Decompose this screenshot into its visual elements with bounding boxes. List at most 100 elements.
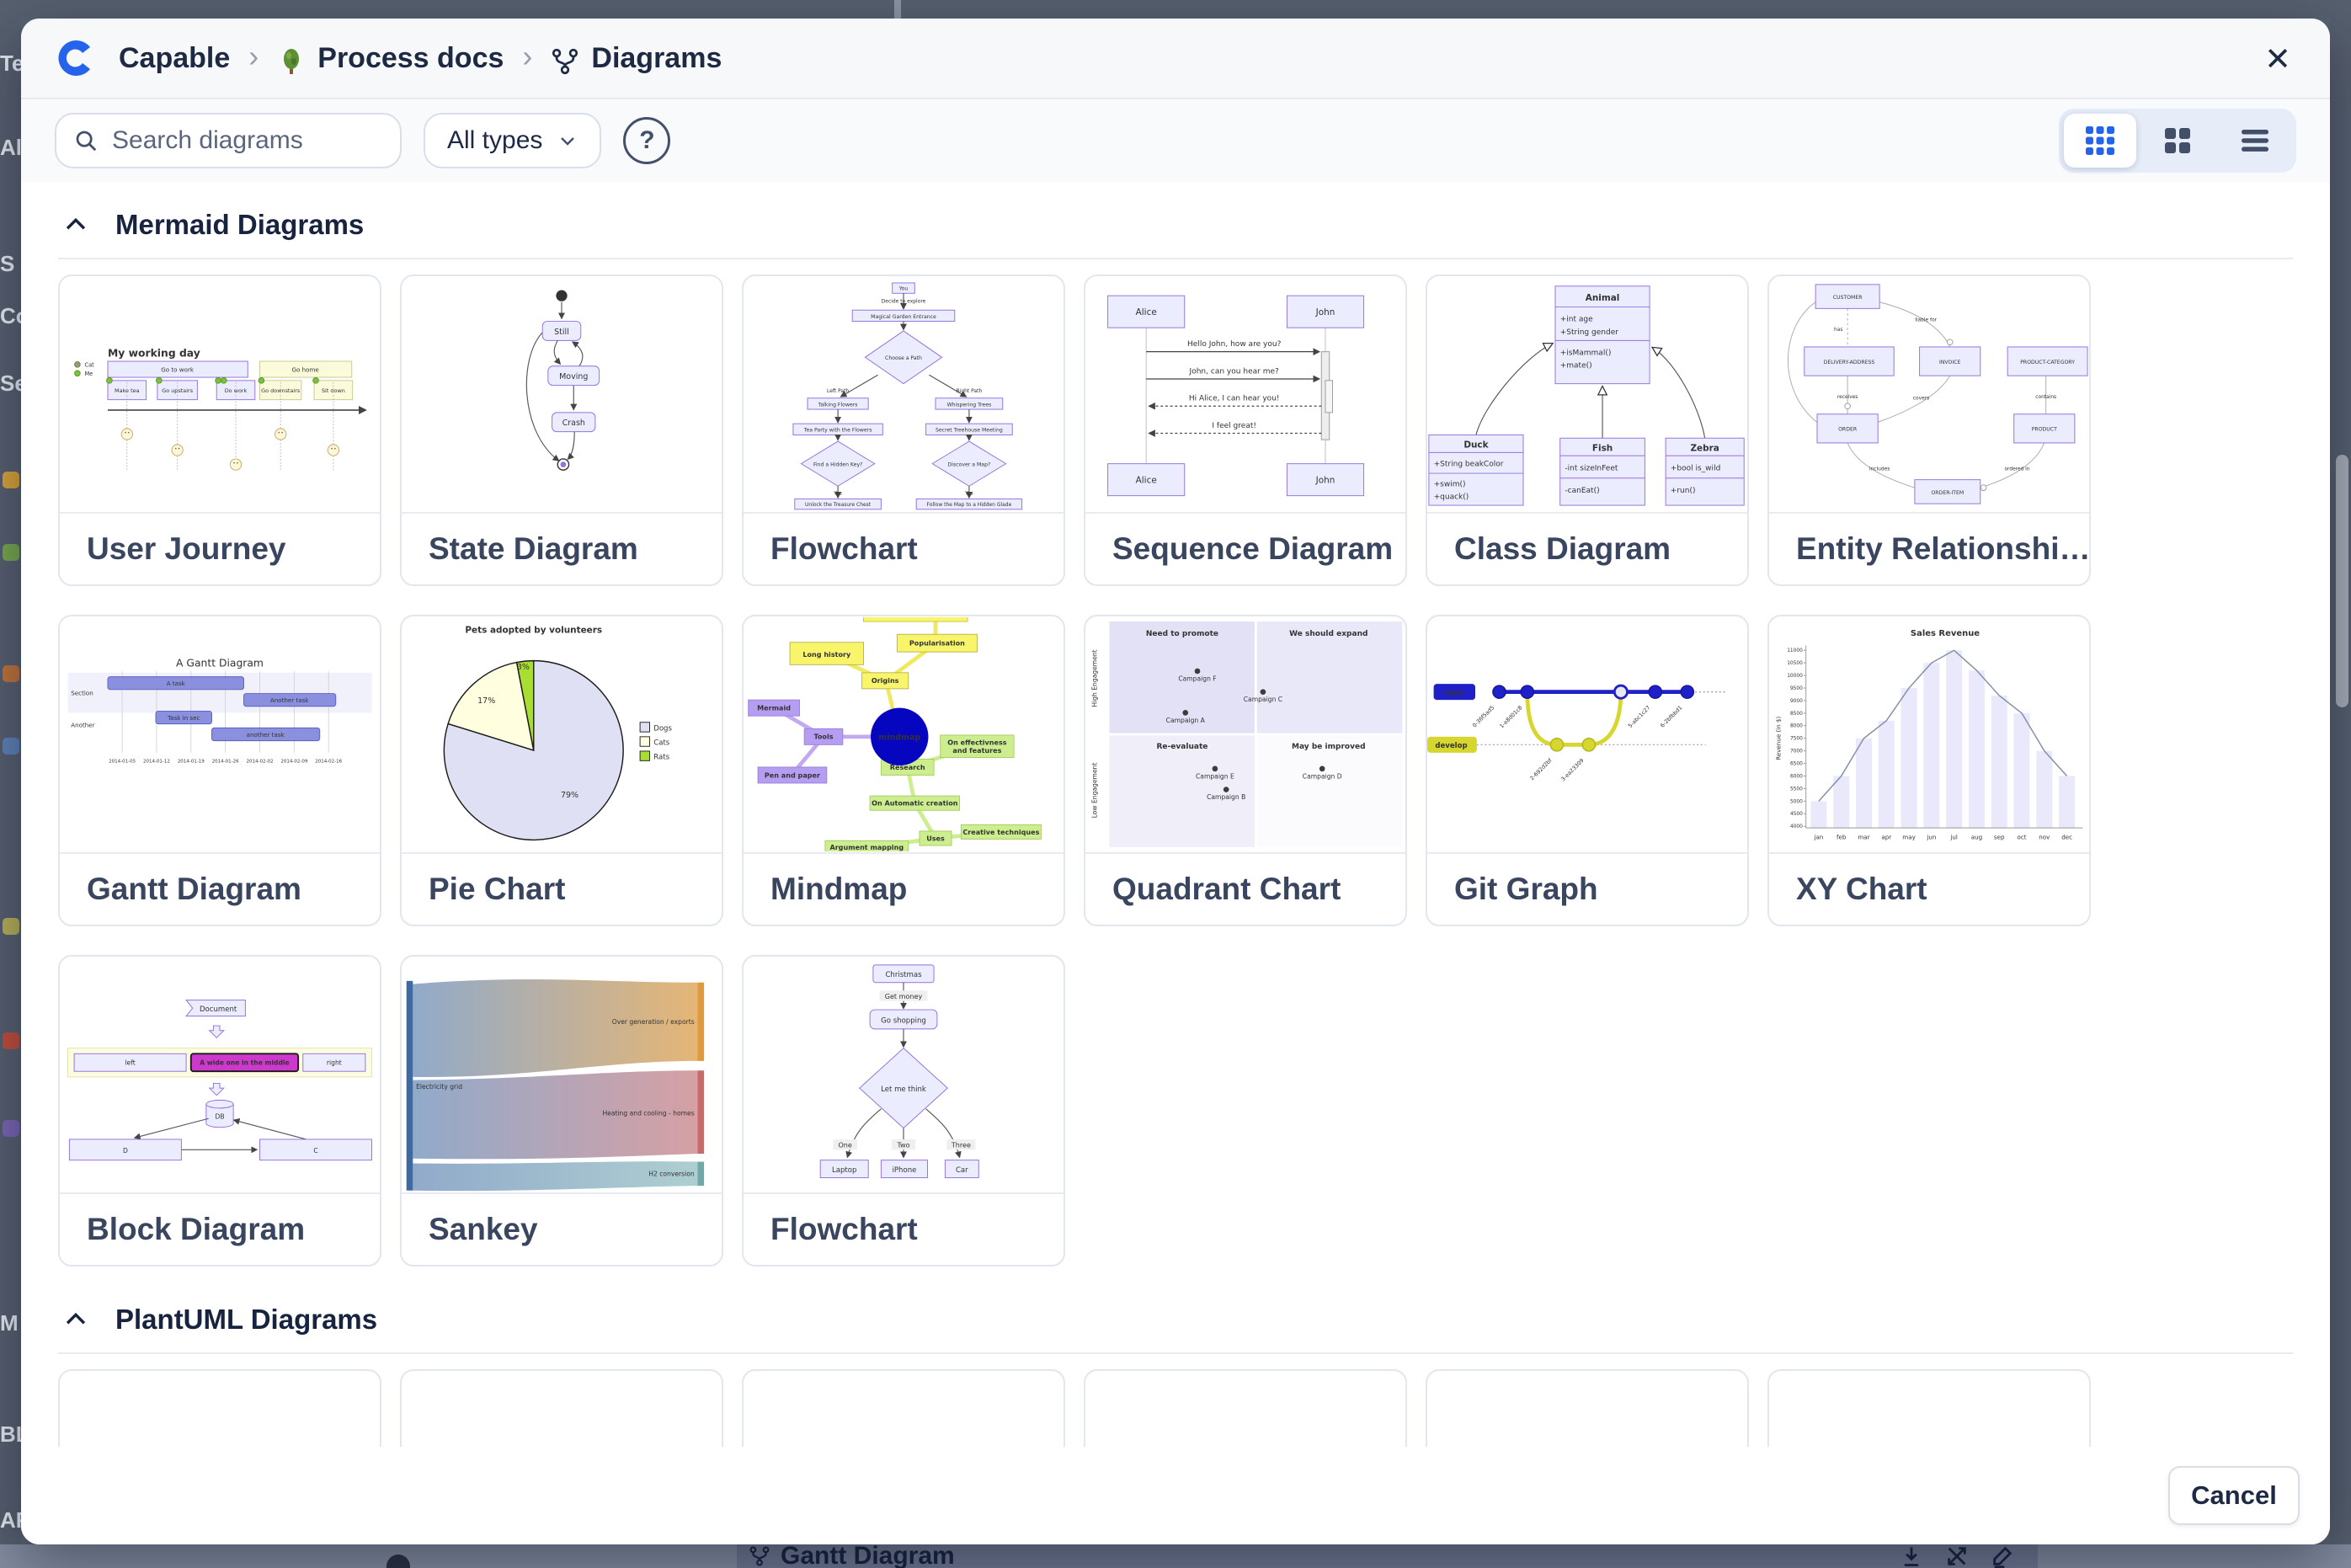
svg-text:79%: 79% [561, 791, 578, 800]
svg-text:Uses: Uses [926, 835, 945, 842]
entity-relationship-preview: places has liable for receives covers co… [1769, 277, 2089, 511]
svg-text:CUSTOMER: CUSTOMER [1833, 295, 1863, 301]
sidebar-emoji-icon [3, 738, 19, 755]
svg-text:jun: jun [1926, 833, 1936, 840]
svg-text:D: D [123, 1147, 128, 1155]
svg-text:jan: jan [1813, 833, 1823, 840]
close-icon[interactable]: ✕ [2258, 39, 2298, 79]
svg-text:Moving: Moving [559, 372, 588, 381]
diagram-card-mindmap[interactable]: mindmap Long history Popularisation Orig… [742, 615, 1065, 926]
pie-chart-preview: Pets adopted by volunteers 79% 17% 3% Do… [402, 617, 722, 851]
breadcrumb-app[interactable]: Capable [119, 42, 230, 75]
svg-text:ORDER-ITEM: ORDER-ITEM [1931, 490, 1964, 496]
svg-text:Revenue (in $): Revenue (in $) [1774, 717, 1782, 760]
git-branch-icon [749, 1545, 770, 1567]
xy-chart-preview: Sales Revenue Revenue (in $) 11000105001… [1769, 617, 2089, 851]
section-divider [58, 258, 2293, 259]
section-divider [58, 1352, 2293, 1354]
svg-text:1-e8d01c8: 1-e8d01c8 [1498, 704, 1523, 729]
svg-text:Another task: Another task [270, 696, 309, 704]
svg-text:Campaign E: Campaign E [1196, 772, 1234, 780]
svg-text:Me: Me [84, 371, 93, 377]
svg-text:PRODUCT: PRODUCT [2032, 427, 2057, 433]
svg-text:develop: develop [1435, 742, 1467, 750]
search-input-wrapper[interactable] [55, 113, 402, 168]
svg-text:Document: Document [200, 1005, 237, 1014]
svg-text:+int age: +int age [1560, 316, 1593, 324]
cancel-button[interactable]: Cancel [2168, 1466, 2300, 1525]
background-right-edge [2330, 0, 2351, 1568]
diagram-card-gantt[interactable]: A Gantt Diagram A taskAnother taskTask i… [58, 615, 381, 926]
card-label: Sequence Diagram [1085, 512, 1405, 584]
svg-text:Origins: Origins [872, 677, 899, 685]
svg-text:Low Engagement: Low Engagement [1090, 763, 1098, 819]
page-scrollbar-thumb[interactable] [2336, 455, 2348, 707]
svg-text:Creative techniques: Creative techniques [962, 829, 1039, 836]
svg-text:+swim(): +swim() [1434, 480, 1466, 488]
diagram-card-user-journey[interactable]: My working day Cat Me Go to work Go home… [58, 275, 381, 586]
svg-text:+bool is_wild: +bool is_wild [1671, 464, 1721, 472]
svg-text:Argument mapping: Argument mapping [829, 844, 904, 851]
svg-text:6500: 6500 [1790, 762, 1803, 767]
diagram-card-xy[interactable]: Sales Revenue Revenue (in $) 11000105001… [1767, 615, 2091, 926]
sidebar-text-fragment: AR [0, 1507, 21, 1533]
view-cards-button[interactable] [2141, 114, 2214, 168]
svg-text:Magical Garden Entrance: Magical Garden Entrance [871, 314, 936, 320]
svg-text:Campaign D: Campaign D [1303, 772, 1342, 780]
compare-icon [1945, 1544, 1969, 1568]
breadcrumb-page: Diagrams [591, 42, 722, 75]
diagram-card-flowchart[interactable]: You Decide to explore Magical Garden Ent… [742, 275, 1065, 586]
svg-text:Zebra: Zebra [1690, 443, 1719, 453]
svg-text:Choose a Path: Choose a Path [885, 355, 922, 361]
diagram-card-sankey[interactable]: Electricity grid Over generation / expor… [400, 955, 723, 1267]
diagram-card-state[interactable]: Still Moving Crash State Diagram [400, 275, 723, 586]
view-grid-button[interactable] [2064, 114, 2136, 168]
svg-text:John, can you hear me?: John, can you hear me? [1189, 367, 1280, 376]
help-button[interactable]: ? [623, 117, 670, 164]
section-header-plantuml[interactable]: PlantUML Diagrams [61, 1300, 2330, 1339]
diagram-card-flowchart-2[interactable]: Christmas Get money Go shopping Let me t… [742, 955, 1065, 1267]
diagram-card-git[interactable]: 0-36f5ad5 1-e8d01c8 5-abc1c27 6-2bfbbd1 … [1426, 615, 1749, 926]
svg-text:+String gender: +String gender [1560, 328, 1619, 337]
type-filter-dropdown[interactable]: All types [424, 113, 601, 168]
breadcrumb-folder[interactable]: Process docs [317, 42, 504, 75]
sidebar-emoji-icon [3, 665, 19, 682]
capable-logo[interactable] [55, 35, 100, 81]
diagram-card-pie[interactable]: Pets adopted by volunteers 79% 17% 3% Do… [400, 615, 723, 926]
modal-footer: Cancel [21, 1447, 2330, 1544]
svg-text:DB: DB [215, 1112, 224, 1120]
grid-3x3-icon [2082, 123, 2118, 158]
breadcrumb-separator: › [248, 39, 259, 74]
diagram-card-class[interactable]: Animal +int age +String gender +isMammal… [1426, 275, 1749, 586]
svg-text:Christmas: Christmas [885, 971, 922, 979]
svg-text:Yes: Yes [833, 491, 842, 497]
svg-text:right: right [327, 1059, 342, 1067]
flowchart-2-preview: Christmas Get money Go shopping Let me t… [744, 957, 1064, 1192]
background-document-bar: Gantt Diagram [737, 1544, 2038, 1568]
svg-text:Long history: Long history [802, 651, 851, 659]
search-input[interactable] [112, 126, 383, 155]
state-diagram-preview: Still Moving Crash [402, 277, 722, 511]
svg-text:iPhone: iPhone [893, 1166, 917, 1175]
svg-text:C: C [313, 1147, 317, 1155]
view-list-button[interactable] [2219, 114, 2291, 168]
download-icon [1900, 1544, 1923, 1568]
svg-text:Fish: Fish [1592, 443, 1613, 453]
diagram-card-block[interactable]: Document left A wide one in the middle r… [58, 955, 381, 1267]
diagram-card-entity-relationship[interactable]: places has liable for receives covers co… [1767, 275, 2091, 586]
svg-text:+mate(): +mate() [1560, 362, 1592, 371]
svg-text:2014-02-16: 2014-02-16 [315, 759, 342, 764]
diagram-card-quadrant[interactable]: Need to promote We should expand Re-eval… [1084, 615, 1407, 926]
svg-text:Still: Still [554, 328, 569, 337]
card-label: Mindmap [744, 852, 1064, 925]
svg-text:+isMammal(): +isMammal() [1560, 349, 1612, 357]
svg-text:contains: contains [2035, 395, 2056, 400]
section-header-mermaid[interactable]: Mermaid Diagrams [61, 205, 2330, 244]
card-label: Entity Relationshi… [1769, 512, 2089, 584]
svg-text:H2 conversion: H2 conversion [648, 1171, 695, 1178]
svg-text:3%: 3% [517, 663, 530, 672]
svg-text:Discover a Map?: Discover a Map? [948, 462, 991, 468]
grid-empty-cell [1084, 955, 1407, 1267]
diagram-card-sequence[interactable]: Alice John Hello John, how are you? John… [1084, 275, 1407, 586]
svg-text:7000: 7000 [1790, 749, 1803, 755]
